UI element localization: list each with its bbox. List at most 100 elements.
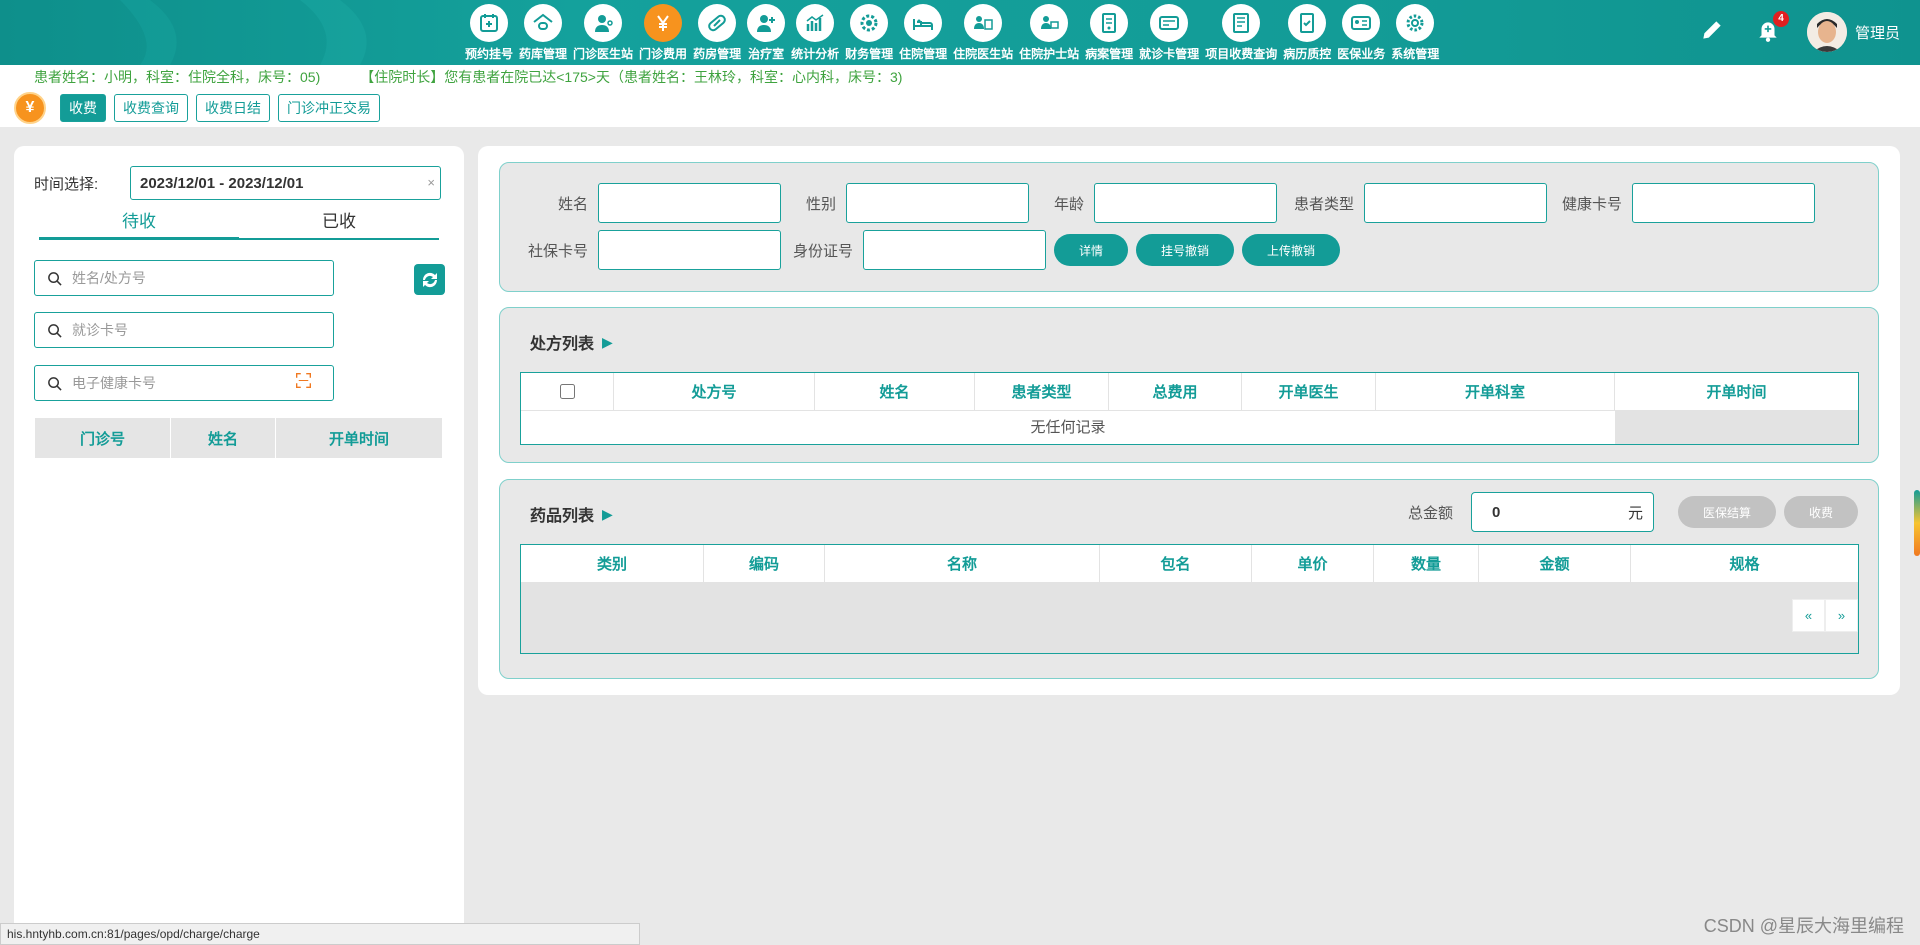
nav-insurance[interactable]: 医保业务 [1334,4,1388,62]
nav-label: 就诊卡管理 [1139,47,1200,61]
watermark: CSDN @星辰大海里编程 [1703,916,1904,936]
clear-icon[interactable]: × [427,175,435,190]
notice-marquee: 患者姓名：小明，科室：住院全科，床号：05) 【住院时长】您有患者在院已达<17… [0,65,1920,89]
id-card-field[interactable] [863,230,1046,270]
col-department[interactable]: 开单科室 [1376,373,1615,410]
patient-table-header: 门诊号 姓名 开单时间 [35,418,442,458]
patient-type-field[interactable] [1364,183,1547,223]
col-outpatient-no[interactable]: 门诊号 [35,418,171,458]
chart-icon [796,4,835,42]
col-quantity[interactable]: 数量 [1374,545,1479,582]
col-code[interactable]: 编码 [704,545,825,582]
tab-paid[interactable]: 已收 [239,208,439,238]
user-name[interactable]: 管理员 [1855,22,1900,43]
nav-card[interactable]: 就诊卡管理 [1136,4,1202,62]
nav-label: 病案管理 [1085,47,1134,61]
total-amount-field[interactable]: 0 元 [1471,492,1654,532]
refresh-button[interactable] [414,264,445,295]
nav-label: 门诊费用 [639,47,688,61]
form-row-1: 姓名 性别 年龄 患者类型 健康卡号 [500,183,1815,223]
scrollbar[interactable] [1914,490,1920,556]
nav-outpatient-fee[interactable]: 门诊费用 [636,4,690,62]
health-card-input[interactable] [72,375,272,391]
field-label: 患者类型 [1293,195,1354,213]
tab-pending[interactable]: 待收 [39,208,239,240]
nav-nurse[interactable]: 住院护士站 [1016,4,1082,62]
prev-page-button[interactable]: « [1792,599,1825,632]
search-input[interactable] [72,270,272,286]
nav-label: 项目收费查询 [1205,47,1278,61]
coin-icon: ¥ [14,92,46,124]
notification-button[interactable]: 4 [1755,10,1789,48]
col-package[interactable]: 包名 [1100,545,1252,582]
col-time[interactable]: 开单时间 [276,418,442,458]
charge-button[interactable]: 收费 [1784,496,1858,528]
nav-label: 门诊医生站 [573,47,634,61]
tab-daily-settlement[interactable]: 收费日结 [196,94,270,122]
tab-charge-query[interactable]: 收费查询 [114,94,188,122]
col-spec[interactable]: 规格 [1631,545,1858,582]
field-label: 年龄 [1053,195,1084,213]
col-unit-price[interactable]: 单价 [1252,545,1374,582]
appointment-icon [470,4,508,42]
inpatient-doctor-icon [964,4,1003,42]
nav-inpatient-doctor[interactable]: 住院医生站 [950,4,1016,62]
nav-label: 药房管理 [693,47,742,61]
bell-icon [1755,21,1781,47]
card-input[interactable] [72,322,272,338]
detail-button[interactable]: 详情 [1054,234,1128,266]
nav-warehouse[interactable]: 药库管理 [516,4,570,62]
cancel-registration-button[interactable]: 挂号撤销 [1136,234,1234,266]
nav-label: 住院医生站 [953,47,1014,61]
social-card-field[interactable] [598,230,781,270]
avatar[interactable] [1806,12,1847,52]
col-name[interactable]: 姓名 [171,418,276,458]
gender-field[interactable] [846,183,1029,223]
treatment-icon [747,4,786,42]
warehouse-icon [524,4,563,42]
nav-appointment[interactable]: 预约挂号 [462,4,516,62]
nav-treatment[interactable]: 治疗室 [744,4,788,62]
col-time[interactable]: 开单时间 [1615,373,1858,410]
col-rx-no[interactable]: 处方号 [614,373,815,410]
age-field[interactable] [1094,183,1277,223]
field-label: 身份证号 [792,242,853,260]
select-all-checkbox[interactable] [559,384,575,399]
col-doctor[interactable]: 开单医生 [1242,373,1376,410]
section-title: 药品列表 ▶ [530,502,613,526]
nav-records[interactable]: 病案管理 [1082,4,1136,62]
col-drug-name[interactable]: 名称 [825,545,1100,582]
tab-reversal[interactable]: 门诊冲正交易 [278,94,380,122]
nav-fee-query[interactable]: 项目收费查询 [1202,4,1280,62]
name-field[interactable] [598,183,781,223]
nav-statistics[interactable]: 统计分析 [788,4,842,62]
drug-section: 药品列表 ▶ 总金额 0 元 医保结算 收费 类别 编码 名称 包名 单价 数量… [499,479,1879,679]
drug-table: 类别 编码 名称 包名 单价 数量 金额 规格 « » [520,544,1859,654]
col-total-fee[interactable]: 总费用 [1109,373,1242,410]
nav-system[interactable]: 系统管理 [1388,4,1442,62]
nav-finance[interactable]: 财务管理 [842,4,896,62]
col-amount[interactable]: 金额 [1479,545,1631,582]
date-range-input[interactable] [130,166,441,200]
search-icon [48,376,62,391]
next-page-button[interactable]: » [1825,599,1858,632]
time-label: 时间选择: [34,175,99,193]
pencil-icon[interactable] [1699,17,1725,48]
play-icon: ▶ [602,505,613,522]
nav-quality[interactable]: 病历质控 [1280,4,1334,62]
user-area: 4 管理员 [1699,10,1900,52]
col-name[interactable]: 姓名 [815,373,975,410]
nav-label: 住院管理 [899,47,948,61]
play-icon: ▶ [602,333,613,350]
nav-inpatient[interactable]: 住院管理 [896,4,950,62]
col-patient-type[interactable]: 患者类型 [975,373,1109,410]
nav-label: 住院护士站 [1019,47,1080,61]
cancel-upload-button[interactable]: 上传撤销 [1242,234,1340,266]
health-card-field[interactable] [1632,183,1815,223]
nav-outpatient-doctor[interactable]: 门诊医生站 [570,4,636,62]
nav-pharmacy[interactable]: 药房管理 [690,4,744,62]
scan-icon[interactable] [296,373,311,388]
tab-charge[interactable]: 收费 [60,94,106,122]
col-category[interactable]: 类别 [521,545,704,582]
insurance-settle-button[interactable]: 医保结算 [1678,496,1776,528]
